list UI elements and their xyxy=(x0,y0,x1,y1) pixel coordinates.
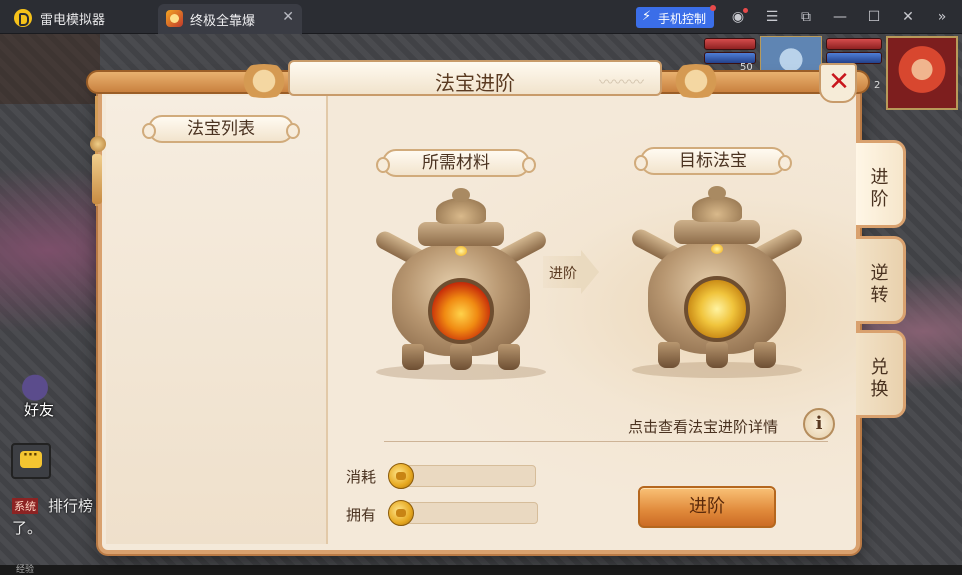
gold-orb-icon xyxy=(684,276,750,342)
menu-icon[interactable]: ☰ xyxy=(762,8,782,26)
chat-message: 排行榜 xyxy=(48,497,94,515)
target-treasure-vessel[interactable] xyxy=(628,186,806,380)
phone-control-button[interactable]: ⚡ 手机控制 xyxy=(636,5,716,28)
advance-details-link[interactable]: 点击查看法宝进阶详情 xyxy=(628,416,778,437)
chat-message-cont: 了。 xyxy=(12,519,43,537)
system-tag: 系统 xyxy=(12,498,38,514)
arrow-label: 进阶 xyxy=(549,266,577,282)
coin-icon xyxy=(388,463,414,489)
dialog-close-button[interactable]: ✕ xyxy=(819,63,857,103)
materials-label: 所需材料 xyxy=(376,149,536,177)
rail-ornament-left xyxy=(232,64,296,98)
treasure-list-panel xyxy=(106,96,328,544)
chat-button[interactable] xyxy=(11,443,51,479)
material-treasure-vessel[interactable] xyxy=(372,188,550,382)
game-tab[interactable]: 终极全靠爆 ✕ xyxy=(158,4,302,34)
info-icon[interactable]: i xyxy=(803,408,835,440)
friend-label[interactable]: 好友 xyxy=(24,399,54,420)
phone-control-label: 手机控制 xyxy=(658,12,707,26)
bottom-strip xyxy=(0,565,962,575)
emulator-titlebar: 雷电模拟器 终极全靠爆 ✕ ⚡ 手机控制 ◉ ☰ ⧉ — ☐ ✕ » xyxy=(0,0,962,34)
hp-bar-2 xyxy=(826,38,882,50)
own-label: 拥有 xyxy=(346,506,377,524)
own-bar xyxy=(402,502,538,524)
tab-exchange[interactable]: 兑 换 xyxy=(856,330,906,418)
user-icon[interactable]: ◉ xyxy=(728,8,748,26)
minimize-icon[interactable]: — xyxy=(830,8,850,26)
game-tab-icon xyxy=(166,10,183,27)
tab-advance[interactable]: 进 阶 xyxy=(856,140,906,228)
player-portrait[interactable] xyxy=(886,36,958,110)
stat-number-2: 2 xyxy=(874,80,881,91)
dialog-title-plaque: 法宝进阶 〰〰〰 xyxy=(288,60,662,96)
advance-button[interactable]: 进阶 xyxy=(638,486,776,528)
tab-close-icon[interactable]: ✕ xyxy=(282,9,294,25)
tab-advance-char2: 阶 xyxy=(870,189,889,210)
maximize-icon[interactable]: ☐ xyxy=(864,8,884,26)
expand-icon[interactable]: » xyxy=(932,8,952,26)
tab-reverse-char2: 转 xyxy=(870,285,889,306)
emulator-logo-icon xyxy=(14,9,32,27)
game-tab-label: 终极全靠爆 xyxy=(190,14,256,29)
tab-reverse[interactable]: 逆 转 xyxy=(856,236,906,324)
title-brush-decoration: 〰〰〰 xyxy=(598,73,644,91)
exp-label: 经验 xyxy=(16,565,35,575)
close-x-icon: ✕ xyxy=(828,67,850,97)
fire-orb-icon xyxy=(428,278,494,344)
treasure-list-label: 法宝列表 xyxy=(142,115,300,143)
notification-dot xyxy=(710,5,716,11)
tassel-ornament xyxy=(90,96,106,208)
advance-arrow: 进阶 xyxy=(543,250,599,294)
divider xyxy=(384,441,828,442)
close-icon[interactable]: ✕ xyxy=(898,8,918,26)
chat-bubble-icon xyxy=(20,448,42,468)
rail-ornament-right xyxy=(664,64,728,98)
target-label: 目标法宝 xyxy=(634,147,792,175)
tab-exchange-char2: 换 xyxy=(870,379,889,400)
hp-bar xyxy=(704,38,756,50)
coin-icon-2 xyxy=(388,500,414,526)
friend-avatar-icon[interactable] xyxy=(12,366,58,402)
game-decoration xyxy=(0,34,100,104)
cost-bar xyxy=(402,465,536,487)
lightning-icon: ⚡ xyxy=(642,9,652,24)
external-icon[interactable]: ⧉ xyxy=(796,8,816,26)
app-name: 雷电模拟器 xyxy=(40,13,106,28)
cost-label: 消耗 xyxy=(346,468,377,486)
